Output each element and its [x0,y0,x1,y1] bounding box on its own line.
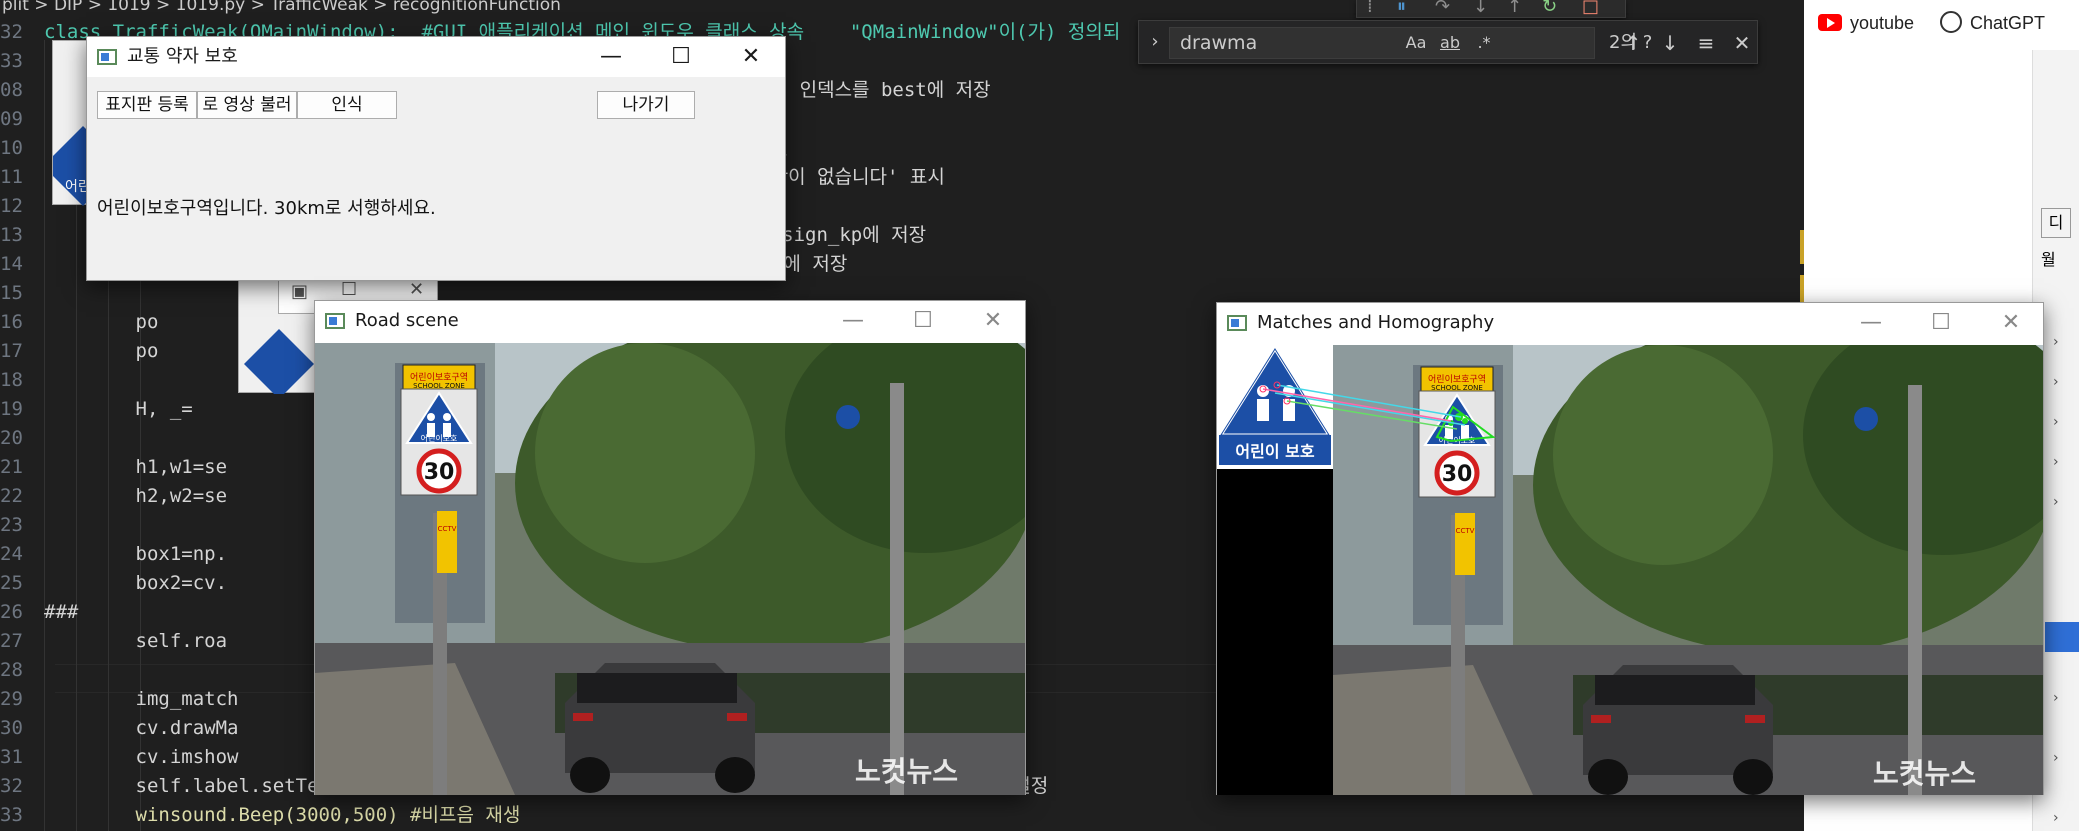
minimize-button[interactable]: — [825,301,881,341]
debug-toolbar: ⁞ ⏸ ↷ ↓ ↑ ↻ □ [1356,0,1626,18]
chatgpt-icon [1940,11,1962,33]
window-title: Road scene [355,310,459,331]
minimize-button[interactable]: — [1843,303,1899,343]
bookmark-youtube[interactable]: youtube [1850,8,1914,38]
register-sign-button[interactable]: 표지판 등록 [97,91,197,119]
use-regex-toggle[interactable]: .* [1471,31,1497,55]
chevron-right-icon[interactable]: › [2053,374,2059,390]
road-scene-window: Road scene — ☐ ✕ 어린이보호구역 SCHOOL ZONE 어린이… [314,300,1026,795]
restart-icon[interactable]: ↻ [1542,0,1557,17]
pause-icon[interactable]: ⏸ [1397,0,1406,17]
speed-limit-text: 30 [424,460,455,485]
matches-window: Matches and Homography — ☐ ✕ 어린이 보호 어린이보… [1216,302,2044,795]
bookmark-chatgpt[interactable]: ChatGPT [1970,8,2045,38]
drag-handle-icon[interactable]: ⁞ [1367,0,1373,17]
exit-button[interactable]: 나가기 [597,91,695,119]
road-scene-image: 어린이보호구역 SCHOOL ZONE 어린이보호 30 CCTV 노컷뉴스 [315,343,1025,795]
close-button[interactable]: ✕ [965,301,1021,341]
chevron-right-icon[interactable]: › [2053,334,2059,350]
find-in-selection-icon[interactable]: ≡ [1691,29,1721,57]
title-bar[interactable]: Road scene — ☐ ✕ [315,301,1025,343]
side-text-box[interactable]: 디 [2041,208,2071,238]
svg-text:CCTV: CCTV [438,525,457,533]
watermark-text: 노컷뉴스 [1873,757,1976,790]
match-image: 어린이 보호 어린이보호구역 SCHOOL ZONE 어린이보호 30 CCTV… [1217,345,2043,795]
road-scene-drawing: 어린이보호구역 SCHOOL ZONE 어린이보호 30 CCTV 노컷뉴스 [315,343,1025,795]
close-find-icon[interactable]: ✕ [1727,29,1757,57]
stop-icon[interactable]: □ [1582,0,1599,17]
chevron-right-icon[interactable]: › [2053,414,2059,430]
ped-sign-text: 어린이보호 [421,433,458,443]
minimize-button[interactable]: — [583,37,639,77]
youtube-icon [1818,14,1842,31]
match-whole-word-toggle[interactable]: ab [1437,31,1463,55]
match-case-toggle[interactable]: Aa [1403,31,1429,55]
step-into-icon[interactable]: ↓ [1473,0,1488,17]
main-app-window: 교통 약자 보호 — ☐ ✕ 표지판 등록 로 영상 불러 인식 나가기 어린이… [86,36,786,281]
chevron-right-icon[interactable]: › [2053,494,2059,510]
find-widget: › drawma Aa ab .* 2의 ? ↑ ↓ ≡ ✕ [1138,20,1758,64]
toggle-replace-chevron-icon[interactable]: › [1145,29,1165,55]
watermark-text: 노컷뉴스 [855,755,958,788]
title-bar[interactable]: Matches and Homography — ☐ ✕ [1217,303,2043,345]
find-input[interactable]: drawma [1169,27,1595,59]
code-line[interactable]: winsound.Beep(3000,500) #비프음 재생 [44,801,1779,830]
desktop: plit > DIP > 1019 > 1019.py > TrafficWea… [0,0,2079,831]
maximize-button[interactable]: ☐ [895,301,951,341]
load-video-button[interactable]: 로 영상 불러 [197,91,297,119]
close-button[interactable]: ✕ [1983,303,2039,343]
recognize-button[interactable]: 인식 [297,91,397,119]
template-label: 어린이 보호 [1235,442,1314,461]
next-match-icon[interactable]: ↓ [1655,29,1685,57]
match-drawing: 어린이 보호 어린이보호구역 SCHOOL ZONE 어린이보호 30 CCTV… [1217,345,2043,795]
previous-match-icon[interactable]: ↑ [1618,29,1648,57]
speed-limit-text: 30 [1442,462,1473,487]
maximize-button[interactable]: ☐ [653,37,709,77]
window-icon [325,313,345,329]
title-bar[interactable]: 교통 약자 보호 — ☐ ✕ [87,37,785,77]
result-label: 어린이보호구역입니다. 30km로 서행하세요. [97,198,436,219]
window-icon [1227,315,1247,331]
window-title: Matches and Homography [1257,312,1495,333]
chevron-right-icon[interactable]: › [2053,750,2059,766]
cctv-text: CCTV [1456,527,1475,535]
step-out-icon[interactable]: ↑ [1507,0,1522,17]
window-title: 교통 약자 보호 [127,46,238,67]
active-item-marker [2045,622,2079,652]
maximize-button[interactable]: ☐ [1913,303,1969,343]
step-over-icon[interactable]: ↷ [1435,0,1450,17]
chevron-right-icon[interactable]: › [2053,690,2059,706]
chevron-right-icon[interactable]: › [2053,810,2059,826]
chevron-right-icon[interactable]: › [2053,454,2059,470]
side-text: 월 [2041,250,2056,269]
close-button[interactable]: ✕ [723,37,779,77]
app-window-icon [97,49,117,65]
